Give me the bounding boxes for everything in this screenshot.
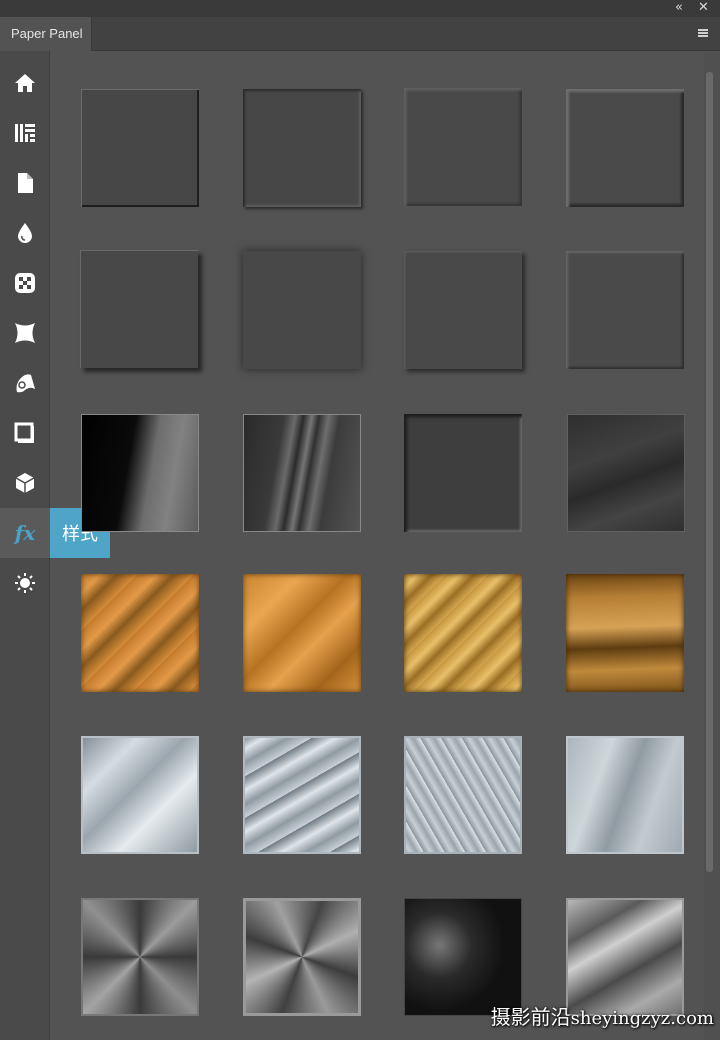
style-swatch[interactable] bbox=[243, 89, 361, 207]
home-icon bbox=[15, 74, 35, 92]
sidebar-item-patterns[interactable] bbox=[0, 108, 50, 158]
style-swatch[interactable] bbox=[81, 574, 199, 692]
panel-title-bar: « ✕ bbox=[0, 0, 720, 17]
watermark: 摄影前沿sheyingzyz.com bbox=[491, 1001, 714, 1030]
style-swatch[interactable] bbox=[404, 251, 522, 369]
sidebar-item-home[interactable] bbox=[0, 58, 50, 108]
style-swatch[interactable] bbox=[243, 251, 361, 369]
style-swatch[interactable] bbox=[80, 250, 198, 368]
style-swatch[interactable] bbox=[81, 89, 199, 207]
sidebar-item-frame[interactable] bbox=[0, 408, 50, 458]
sidebar-item-3d[interactable] bbox=[0, 458, 50, 508]
sidebar-item-roll[interactable] bbox=[0, 358, 50, 408]
scrollbar-thumb[interactable] bbox=[706, 72, 713, 872]
watermark-cjk: 摄影前沿 bbox=[490, 1005, 571, 1029]
style-swatch[interactable] bbox=[81, 736, 199, 854]
style-swatch[interactable] bbox=[404, 898, 522, 1016]
style-swatch[interactable] bbox=[243, 574, 361, 692]
document-icon bbox=[18, 173, 33, 193]
style-swatch[interactable] bbox=[567, 414, 685, 532]
cube-icon bbox=[15, 473, 35, 493]
style-swatch[interactable] bbox=[81, 414, 199, 532]
style-swatch[interactable] bbox=[566, 736, 684, 854]
style-swatch[interactable] bbox=[243, 736, 361, 854]
frame-icon bbox=[14, 422, 34, 443]
collapse-panel-icon[interactable]: « bbox=[675, 1, 683, 15]
sidebar: fx bbox=[0, 51, 50, 1040]
style-swatch[interactable] bbox=[566, 574, 684, 692]
sun-icon bbox=[15, 573, 35, 593]
style-swatch[interactable] bbox=[404, 414, 522, 532]
watermark-latin: sheyingzyz.com bbox=[570, 1008, 714, 1029]
styles-grid bbox=[51, 52, 704, 1040]
style-swatch[interactable] bbox=[81, 898, 199, 1016]
scroll-icon bbox=[16, 374, 35, 393]
sidebar-item-paper[interactable] bbox=[0, 158, 50, 208]
close-panel-icon[interactable]: ✕ bbox=[698, 1, 709, 15]
pattern-grid-icon bbox=[15, 124, 35, 142]
sidebar-item-light[interactable] bbox=[0, 558, 50, 608]
drop-icon bbox=[18, 223, 32, 243]
sidebar-item-ink[interactable] bbox=[0, 208, 50, 258]
style-swatch[interactable] bbox=[243, 898, 361, 1016]
sidebar-item-textures[interactable] bbox=[0, 258, 50, 308]
sidebar-item-styles[interactable]: fx bbox=[0, 508, 50, 558]
style-swatch[interactable] bbox=[566, 251, 684, 369]
style-swatch[interactable] bbox=[566, 898, 684, 1016]
panel-tab-bar: Paper Panel bbox=[0, 17, 720, 51]
warp-shape-icon bbox=[15, 323, 35, 343]
style-swatch[interactable] bbox=[566, 89, 684, 207]
style-swatch[interactable] bbox=[243, 414, 361, 532]
tab-paper-panel[interactable]: Paper Panel bbox=[0, 17, 92, 51]
fx-icon: fx bbox=[14, 521, 36, 545]
checker-icon bbox=[15, 273, 35, 293]
hamburger-menu-icon[interactable] bbox=[698, 29, 708, 37]
sidebar-item-warp[interactable] bbox=[0, 308, 50, 358]
style-swatch[interactable] bbox=[404, 574, 522, 692]
style-swatch[interactable] bbox=[404, 736, 522, 854]
style-swatch[interactable] bbox=[404, 88, 522, 206]
